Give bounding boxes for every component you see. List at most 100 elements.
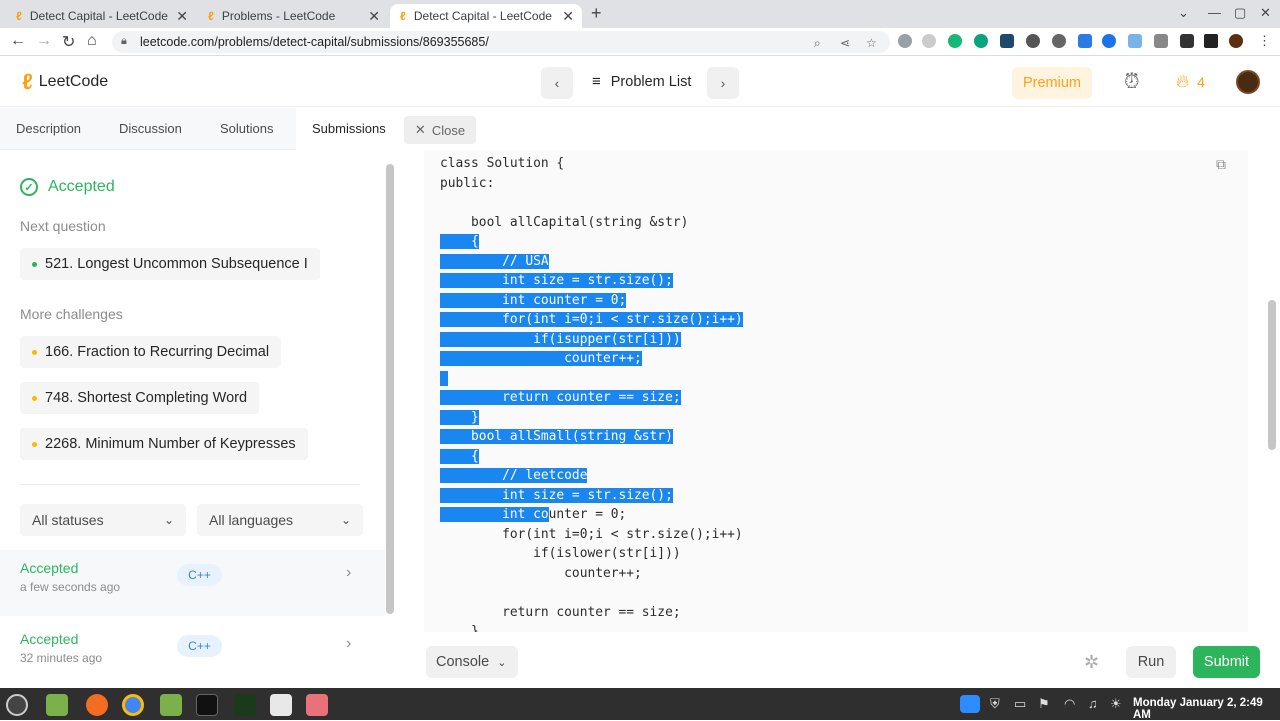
tab-discussion[interactable]: Discussion [119,121,182,136]
thermometer-icon[interactable] [306,694,328,716]
forward-icon[interactable]: → [36,32,52,50]
minimize-icon[interactable]: — [1208,5,1221,20]
leetcode-logo[interactable]: ℓ LeetCode [22,69,108,95]
code-line[interactable]: } [440,408,743,428]
network-icon[interactable]: ▭ [1014,696,1026,712]
chrome-icon[interactable] [122,694,144,716]
user-avatar[interactable] [1236,70,1260,94]
extension-icon[interactable] [1128,34,1142,48]
code-line[interactable] [440,369,743,389]
bookmark-star-icon[interactable]: ☆ [866,36,877,50]
code-line[interactable]: } [440,622,743,632]
next-problem-button[interactable]: › [707,67,739,99]
tab-solutions[interactable]: Solutions [220,121,273,136]
folder-icon[interactable] [160,694,182,716]
music-icon[interactable]: ♫ [1088,696,1098,711]
code-line[interactable]: for(int i=0;i < str.size();i++) [440,310,743,330]
code-line[interactable]: counter++; [440,349,743,369]
extension-icon[interactable] [948,34,962,48]
streak-counter[interactable]: 🔥︎ 4 [1176,71,1205,92]
extension-icon[interactable] [974,34,988,48]
close-window-icon[interactable]: ✕ [1260,5,1271,21]
close-tab-icon[interactable]: ✕ [562,8,574,25]
code-line[interactable]: class Solution { [440,154,743,174]
challenge-chip[interactable]: 2268. Minimum Number of Keypresses [20,428,308,460]
editor-scrollbar[interactable] [1268,300,1276,450]
code-line[interactable]: return counter == size; [440,388,743,408]
code-line[interactable]: int size = str.size(); [440,271,743,291]
tab-description[interactable]: Description [16,121,81,136]
problem-list-button[interactable]: ≡ Problem List [592,73,691,90]
zoom-app-icon[interactable] [960,695,980,713]
brightness-icon[interactable]: ☀ [1110,696,1122,712]
files-icon[interactable] [46,694,68,716]
bug-icon[interactable]: ✲ [1084,652,1099,673]
code-line[interactable]: counter++; [440,564,743,584]
prev-problem-button[interactable]: ‹ [541,67,573,99]
code-line[interactable]: return counter == size; [440,603,743,623]
premium-button[interactable]: Premium [1012,67,1092,99]
code-line[interactable]: public: [440,174,743,194]
terminal-icon[interactable] [196,694,218,716]
extension-icon[interactable] [1102,34,1116,48]
extension-icon[interactable] [1052,34,1066,48]
close-tab-icon[interactable]: ✕ [368,8,380,25]
camera-icon[interactable] [270,694,292,716]
submission-row[interactable]: Accepted 32 minutes ago C++ › [0,621,385,687]
code-line[interactable]: int size = str.size(); [440,486,743,506]
screenshot-icon[interactable] [1154,34,1168,48]
alarm-clock-icon[interactable]: ⏰︎ [1124,71,1140,94]
share-icon[interactable]: ⋖ [840,36,850,50]
reload-icon[interactable]: ↻ [62,32,75,52]
code-line[interactable]: if(isupper(str[i])) [440,330,743,350]
console-button[interactable]: Console ⌄ [426,646,518,678]
run-button[interactable]: Run [1126,646,1176,678]
code-line[interactable]: int counter = 0; [440,291,743,311]
address-bar[interactable]: 🔒︎ leetcode.com/problems/detect-capital/… [112,31,890,53]
left-scrollbar[interactable] [386,164,394,614]
browser-tab-2[interactable]: ℓ Problems - LeetCode ✕ [198,4,388,28]
status-filter-dropdown[interactable]: All statuses ⌄ [20,504,186,536]
challenge-chip[interactable]: 748. Shortest Completing Word [20,382,260,414]
browser-icon[interactable] [86,694,108,716]
next-question-chip[interactable]: 521. Longest Uncommon Subsequence I [20,248,320,280]
code-line[interactable]: { [440,232,743,252]
code-content[interactable]: class Solution {public: bool allCapital(… [440,154,743,632]
menu-icon[interactable] [6,694,28,716]
submission-row[interactable]: Accepted a few seconds ago C++ › [0,550,385,616]
new-tab-icon[interactable]: + [591,3,602,24]
code-line[interactable] [440,583,743,603]
home-icon[interactable]: ⌂ [87,32,97,50]
tab-submissions[interactable]: Submissions [296,108,397,150]
extension-icon[interactable] [1078,34,1092,48]
language-filter-dropdown[interactable]: All languages ⌄ [197,504,363,536]
kebab-menu-icon[interactable]: ⋮ [1258,33,1271,49]
code-line[interactable]: { [440,447,743,467]
browser-tab-3[interactable]: ℓ Detect Capital - LeetCode ✕ [390,4,582,28]
extension-icon[interactable] [1000,34,1014,48]
sidepanel-icon[interactable] [1204,34,1218,48]
code-line[interactable]: bool allCapital(string &str) [440,213,743,233]
back-icon[interactable]: ← [10,32,26,50]
flag-icon[interactable]: ⚑ [1038,696,1050,712]
puzzle-icon[interactable] [1180,34,1194,48]
wifi-icon[interactable]: ◠ [1064,696,1075,712]
profile-avatar[interactable] [1229,34,1243,48]
code-line[interactable]: bool allSmall(string &str) [440,427,743,447]
code-line[interactable] [440,193,743,213]
extension-icon[interactable] [898,34,912,48]
close-tab-icon[interactable]: ✕ [176,8,188,25]
code-line[interactable]: // leetcode [440,466,743,486]
zoom-icon[interactable]: ⌕ [814,36,821,51]
system-monitor-icon[interactable] [234,694,256,716]
maximize-icon[interactable]: ▢ [1234,5,1246,21]
submit-button[interactable]: Submit [1193,646,1260,678]
shield-icon[interactable]: ⛨ [990,696,1000,712]
challenge-chip[interactable]: 166. Fraction to Recurring Decimal [20,336,282,368]
code-line[interactable]: if(islower(str[i])) [440,544,743,564]
copy-icon[interactable]: ⧉ [1216,156,1226,173]
code-editor[interactable]: class Solution {public: bool allCapital(… [424,150,1248,632]
code-line[interactable]: for(int i=0;i < str.size();i++) [440,525,743,545]
extension-icon[interactable] [1026,34,1040,48]
browser-tab-1[interactable]: ℓ Detect Capital - LeetCode ✕ [6,4,196,28]
